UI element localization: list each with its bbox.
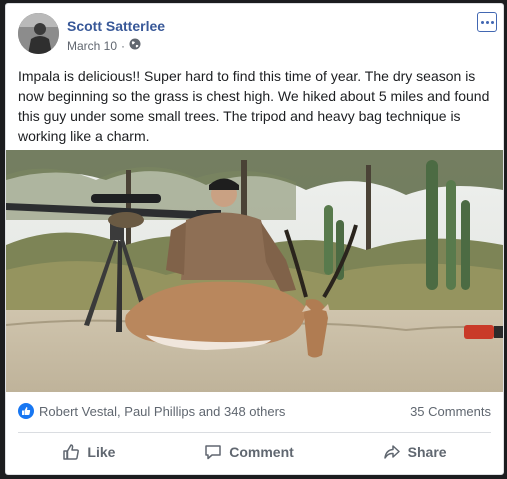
reactions-text[interactable]: Robert Vestal, Paul Phillips and 348 oth… — [39, 404, 285, 419]
more-options-button[interactable] — [477, 12, 497, 32]
meta-separator: · — [121, 38, 126, 53]
comments-count[interactable]: 35 Comments — [410, 404, 491, 419]
post-date[interactable]: March 10 — [67, 39, 117, 53]
author-name[interactable]: Scott Satterlee — [67, 18, 165, 34]
more-dot-icon — [480, 20, 484, 24]
globe-icon — [129, 38, 141, 53]
reactions-summary[interactable]: Robert Vestal, Paul Phillips and 348 oth… — [18, 403, 285, 419]
avatar[interactable] — [18, 13, 59, 54]
share-label: Share — [407, 444, 447, 460]
like-button[interactable]: Like — [46, 439, 131, 465]
share-icon — [383, 443, 401, 461]
like-icon — [18, 403, 34, 419]
post-actions: Like Comment Share — [18, 436, 491, 468]
post-photo[interactable] — [6, 150, 503, 392]
comment-button[interactable]: Comment — [188, 439, 310, 465]
share-button[interactable]: Share — [367, 439, 463, 465]
post-text: Impala is delicious!! Super hard to find… — [18, 68, 490, 144]
comment-label: Comment — [229, 444, 294, 460]
thumbs-up-icon — [62, 443, 80, 461]
post-card: Scott Satterlee March 10 · Impala is del… — [5, 3, 504, 475]
more-dot-icon — [490, 20, 494, 24]
like-label: Like — [87, 444, 116, 460]
more-dot-icon — [485, 20, 489, 24]
actions-divider — [18, 432, 491, 433]
comment-icon — [204, 443, 222, 461]
post-meta: March 10 · — [67, 38, 141, 53]
